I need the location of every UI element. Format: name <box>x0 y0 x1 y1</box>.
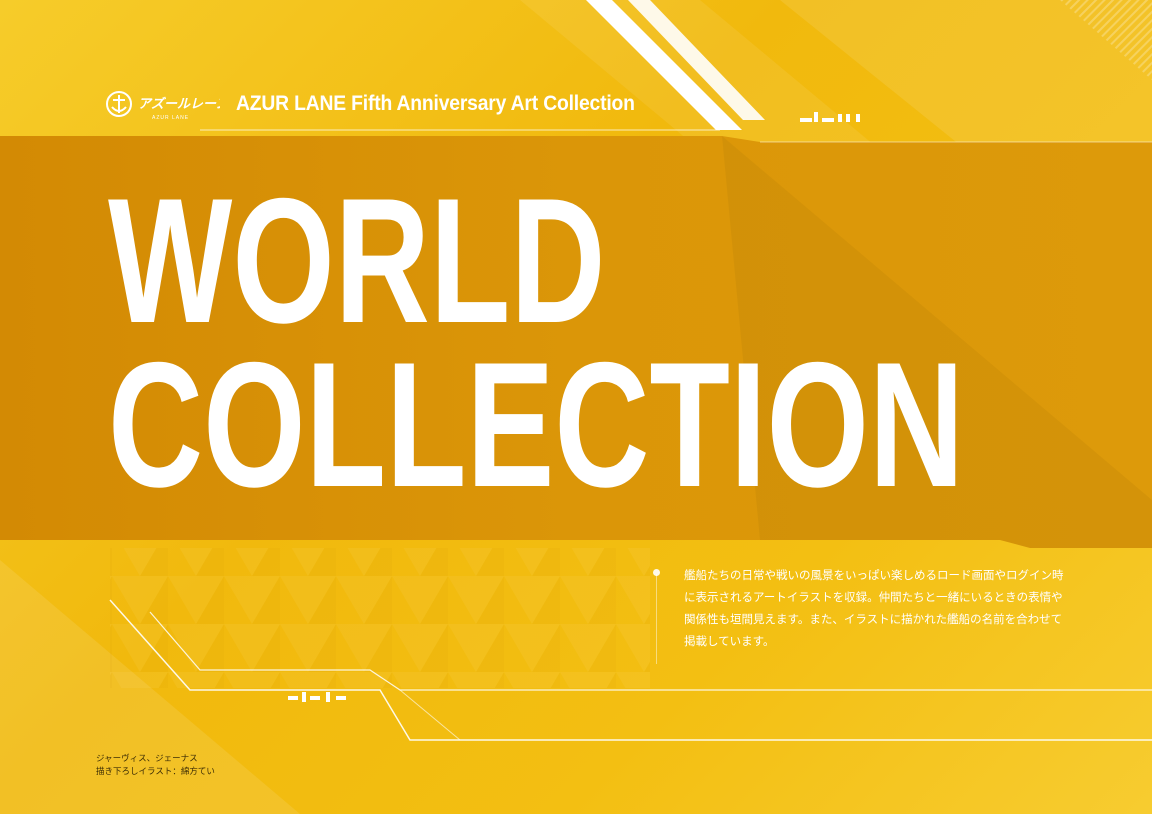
logo-en-text: AZUR LANE <box>152 115 189 121</box>
headline-line-1: WORLD <box>108 161 606 360</box>
description-text: 艦船たちの日常や戦いの風景をいっぱい楽しめるロード画面やログイン時に表示されるア… <box>684 568 1064 648</box>
logo-jp-text: アズールレーン <box>138 96 220 112</box>
description-rule <box>656 574 657 664</box>
credit-illustrator: 描き下ろしイラスト：綿方てい <box>96 767 215 777</box>
tick-marks-bottom <box>288 692 346 702</box>
credit-characters: ジャーヴィス、ジェーナス <box>96 754 198 764</box>
description-marker <box>653 569 660 576</box>
triangle-texture <box>110 548 650 688</box>
azur-lane-logo: アズールレーン AZUR LANE <box>106 91 220 121</box>
page: アズールレーン AZUR LANE AZUR LANE Fifth Annive… <box>0 0 1152 814</box>
headline-line-2: COLLECTION <box>108 325 965 524</box>
header-title: AZUR LANE Fifth Anniversary Art Collecti… <box>236 92 635 115</box>
